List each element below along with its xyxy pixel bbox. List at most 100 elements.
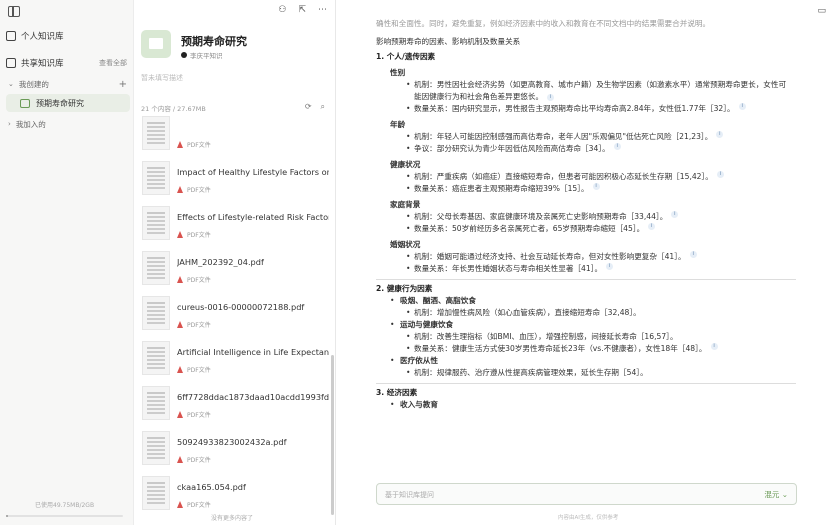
file-type: PDF文件: [177, 455, 211, 464]
pdf-icon: [177, 141, 183, 148]
sub-heading: 婚姻状况: [390, 240, 421, 249]
citation-icon[interactable]: i: [606, 263, 614, 270]
avatar: [181, 52, 187, 58]
file-type-label: PDF文件: [187, 502, 211, 509]
file-thumbnail: [142, 116, 170, 150]
sub-heading: 性别: [390, 68, 406, 77]
bullet-heading-text: 运动与健康饮食: [400, 320, 454, 329]
file-thumbnail: [142, 431, 170, 465]
file-list-item[interactable]: Effects of Lifestyle-related Risk Factor…: [142, 206, 329, 248]
bullet-text: 机制：规律服药、治疗遵从性提高疾病管理效果，延长生存期［54］。: [414, 368, 648, 377]
bullet-continuation: 能因健康行为和社会角色差异更悠长。 i: [414, 91, 796, 103]
bullet-heading: • 收入与教育: [390, 400, 438, 409]
book-icon: [6, 31, 16, 41]
section-label: 我创建的: [18, 79, 49, 89]
sidebar-item-personal-kb[interactable]: 个人知识库: [6, 26, 127, 46]
answer-content: 确性和全面性。同时，避免重复，例如经济因素中的收入和教育在不同文档中的结果需要合…: [376, 18, 796, 411]
refresh-icon[interactable]: ⟳: [305, 102, 312, 112]
search-icon[interactable]: ⌕: [321, 102, 325, 112]
list-end-text: 没有更多内容了: [211, 515, 254, 522]
share-icon[interactable]: ⇱: [298, 5, 306, 15]
bullet-text: 机制：父母长寿基因、家庭健康环境及亲属死亡史影响预期寿命［33,44］。: [414, 212, 668, 221]
citation-icon[interactable]: i: [689, 251, 697, 258]
bullet-item: • 数量关系：癌症患者主观预期寿命缩短39%［15］。 i: [406, 183, 796, 195]
file-list-item[interactable]: cureus-0016-00000072188.pdf PDF文件: [142, 296, 327, 338]
model-label: 混元: [764, 490, 780, 499]
file-count: 21 个内容 / 27.67MB: [141, 105, 206, 113]
file-tools: ⟳ ⌕: [305, 102, 325, 112]
pdf-icon: [177, 276, 183, 283]
file-list-item[interactable]: Artificial Intelligence in Life Expectan…: [142, 341, 329, 383]
file-type: PDF文件: [177, 365, 211, 374]
file-list-item[interactable]: 50924933823002432a.pdf PDF文件: [142, 431, 327, 473]
members-icon[interactable]: ⚇: [278, 5, 286, 15]
kb-description[interactable]: 暂未填写描述: [141, 73, 183, 83]
file-name: Effects of Lifestyle-related Risk Factor…: [177, 212, 329, 222]
citation-icon[interactable]: i: [547, 93, 555, 101]
citation-icon[interactable]: i: [671, 211, 679, 218]
panel-toggle-icon[interactable]: ▭: [817, 6, 826, 16]
bullet-item: • 机制：规律服药、治疗遵从性提高疾病管理效果，延长生存期［54］。: [406, 368, 648, 377]
sub-heading: 家庭背景: [390, 200, 421, 209]
bullet-item: • 争议：部分研究认为青少年因低估风险而高估寿命［34］。 i: [406, 143, 796, 155]
file-type-label: PDF文件: [187, 232, 211, 239]
bullet-text: 机制：增加慢性病风险（如心血管疾病），直接缩短寿命［32,48］。: [414, 308, 641, 317]
bullet-item: • 数量关系：国内研究显示，男性报告主观预期寿命比平均寿命高2.84年，女性低1.…: [406, 103, 796, 115]
file-type-label: PDF文件: [187, 142, 211, 149]
citation-icon[interactable]: i: [648, 223, 656, 230]
ask-input[interactable]: 基于知识库提问 混元 ⌄: [376, 483, 797, 505]
bullet-item: • 数量关系：年长男性婚姻状态与寿命相关性显著［41］。 i: [406, 263, 796, 275]
sidebar-item-active-kb[interactable]: 预期寿命研究: [6, 94, 130, 112]
text-line: 影响预期寿命的因素、影响机制及数量关系: [376, 37, 521, 46]
model-select[interactable]: 混元 ⌄: [764, 489, 788, 500]
file-type-label: PDF文件: [187, 277, 211, 284]
file-name: ckaa165.054.pdf: [177, 482, 246, 492]
kb-author: 李庆平知识: [181, 50, 223, 60]
sidebar-toggle-icon[interactable]: [8, 6, 20, 17]
divider: [376, 383, 796, 384]
file-type-label: PDF文件: [187, 322, 211, 329]
storage-bar: [6, 515, 123, 517]
file-name: Artificial Intelligence in Life Expectan…: [177, 347, 329, 357]
bullet-heading-text: 医疗依从性: [400, 356, 438, 365]
pdf-icon: [177, 231, 183, 238]
file-thumbnail: [142, 251, 170, 285]
divider: [376, 279, 796, 280]
pdf-icon: [177, 411, 183, 418]
file-list-item[interactable]: ckaa165.054.pdf PDF文件: [142, 476, 327, 518]
file-type-label: PDF文件: [187, 187, 211, 194]
file-thumbnail: [142, 386, 170, 420]
section-my-created[interactable]: ⌄ 我创建的 +: [8, 75, 127, 93]
file-name: Impact of Healthy Lifestyle Factors on .…: [177, 167, 329, 177]
view-all-link[interactable]: 查看全部: [99, 58, 127, 68]
file-list-item[interactable]: 6ff7728ddac1873daad10acdd1993fdc... PDF文件: [142, 386, 329, 428]
file-type: PDF文件: [177, 275, 211, 284]
pdf-icon: [177, 501, 183, 508]
storage-bar-fill: [6, 515, 9, 517]
citation-icon[interactable]: i: [613, 143, 621, 150]
citation-icon[interactable]: i: [592, 183, 600, 190]
bullet-item: • 机制：婚姻可能通过经济支持、社会互动延长寿命，但对女性影响更复杂［41］。 i: [406, 251, 796, 263]
bullet-text: 数量关系：健康生活方式使30岁男性寿命延长23年（vs.不健康者），女性18年［…: [414, 344, 707, 353]
file-list-item[interactable]: PDF文件: [142, 116, 327, 158]
citation-icon[interactable]: i: [716, 171, 724, 178]
sidebar-item-shared-kb[interactable]: 共享知识库 查看全部: [6, 53, 127, 73]
chevron-down-icon: ⌄: [8, 80, 14, 88]
bullet-text: 机制：年轻人可能因控制感强而高估寿命，老年人因"乐观偏见"低估死亡风险［21,2…: [414, 132, 713, 141]
section-heading: 2. 健康行为因素: [376, 284, 433, 293]
file-thumbnail: [142, 206, 170, 240]
bullet-heading-text: 吸烟、酗酒、高脂饮食: [400, 296, 476, 305]
citation-icon[interactable]: i: [710, 343, 718, 350]
bullet-heading: • 医疗依从性: [390, 356, 438, 365]
citation-icon[interactable]: i: [738, 103, 746, 110]
add-kb-button[interactable]: +: [119, 79, 127, 90]
section-joined[interactable]: › 我加入的: [8, 115, 127, 133]
file-list-item[interactable]: JAHM_202392_04.pdf PDF文件: [142, 251, 327, 293]
file-type-label: PDF文件: [187, 412, 211, 419]
citation-icon[interactable]: i: [716, 131, 724, 138]
section-label: 我加入的: [15, 119, 46, 129]
file-list-item[interactable]: Impact of Healthy Lifestyle Factors on .…: [142, 161, 329, 203]
pdf-icon: [177, 366, 183, 373]
more-icon[interactable]: ⋯: [318, 5, 327, 15]
scrollbar[interactable]: [331, 355, 334, 515]
